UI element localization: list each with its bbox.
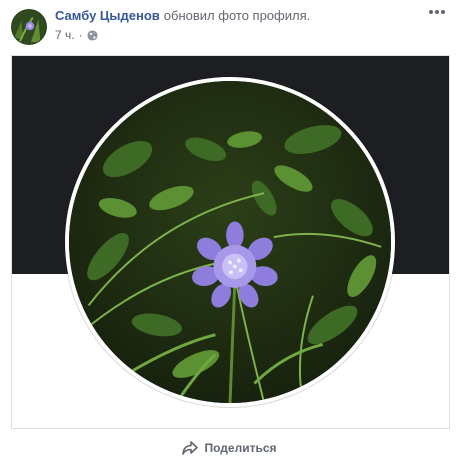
profile-photo-post[interactable] [11, 55, 450, 429]
post-meta: 7 ч. · [55, 28, 98, 42]
more-options-icon[interactable] [425, 4, 449, 20]
post-timestamp[interactable]: 7 ч. [55, 28, 75, 42]
meta-separator: · [78, 28, 83, 42]
flower-photo [69, 81, 391, 403]
post-title-line: Самбу Цыденов обновил фото профиля. [55, 8, 310, 23]
share-button[interactable]: Поделиться [0, 432, 459, 464]
post-header: Самбу Цыденов обновил фото профиля. 7 ч. … [0, 0, 459, 50]
author-name-link[interactable]: Самбу Цыденов [55, 8, 160, 23]
profile-picture[interactable] [65, 77, 395, 407]
globe-icon[interactable] [87, 29, 98, 41]
avatar[interactable] [11, 9, 47, 45]
post-action-text: обновил фото профиля. [163, 8, 311, 23]
avatar-image [12, 10, 46, 44]
share-arrow-icon [182, 441, 199, 455]
share-label: Поделиться [204, 441, 277, 455]
